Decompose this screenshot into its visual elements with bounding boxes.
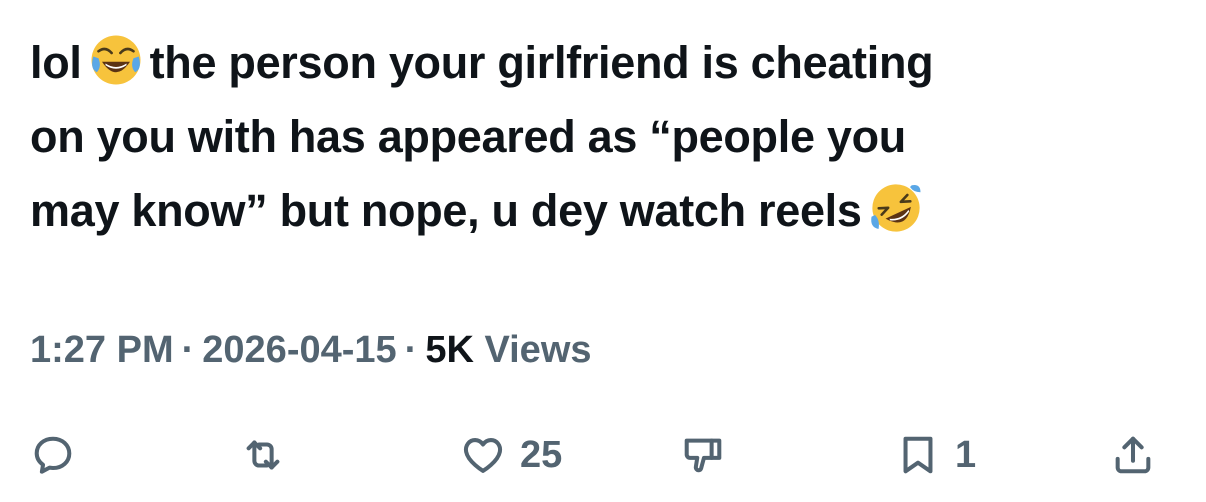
bookmark-icon xyxy=(903,436,933,474)
tweet-line-1: lol the person your girlfriend is cheati… xyxy=(30,26,1180,100)
tweet-line-3: may know” but nope, u dey watch reels xyxy=(30,174,1180,248)
face-with-tears-of-joy-icon xyxy=(88,32,144,88)
retweet-icon xyxy=(246,440,280,470)
bookmark-button[interactable]: 1 xyxy=(895,420,976,490)
thumbs-down-icon xyxy=(684,438,722,473)
tweet-text-segment: may know” but nope, u dey watch reels xyxy=(30,185,862,236)
share-button[interactable] xyxy=(1110,420,1156,490)
share-icon xyxy=(1115,436,1151,474)
rolling-on-the-floor-laughing-icon xyxy=(868,180,924,236)
tweet-text-segment: lol xyxy=(30,37,82,88)
tweet-line-2: on you with has appeared as “people you xyxy=(30,111,906,162)
reply-icon xyxy=(34,436,72,474)
tweet-text: lol the person your girlfriend is cheati… xyxy=(30,26,1180,248)
retweet-button[interactable] xyxy=(240,420,286,490)
tweet-time[interactable]: 1:27 PM xyxy=(30,329,174,371)
like-button[interactable]: 25 xyxy=(460,420,562,490)
tweet-text-segment: the person your girlfriend is cheating xyxy=(149,37,934,88)
tweet-meta: 1:27 PM · 2026-04-15 · 5K Views xyxy=(30,324,592,376)
bookmark-count: 1 xyxy=(955,433,977,476)
reply-button[interactable] xyxy=(30,420,76,490)
tweet-date[interactable]: 2026-04-15 xyxy=(202,329,396,371)
dislike-button[interactable] xyxy=(680,420,726,490)
views-count: 5K xyxy=(425,329,474,371)
meta-separator: · xyxy=(181,329,195,371)
views-label: Views xyxy=(484,329,592,371)
tweet-actions: 25 1 xyxy=(0,420,1206,490)
meta-separator: · xyxy=(404,329,418,371)
heart-icon xyxy=(463,438,503,473)
like-count: 25 xyxy=(520,433,563,476)
